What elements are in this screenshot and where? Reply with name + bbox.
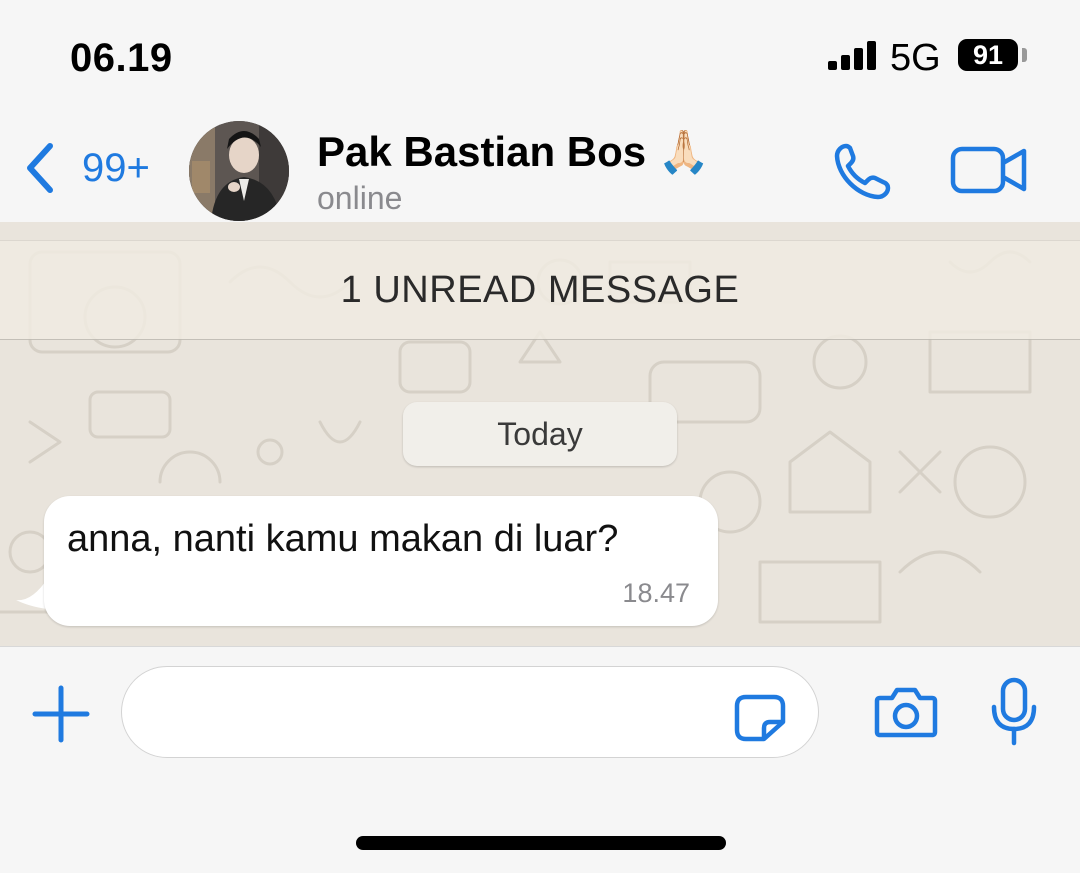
contact-name[interactable]: Pak Bastian Bos 🙏🏻 — [317, 128, 710, 176]
battery-icon: 91 — [958, 39, 1018, 71]
chevron-left-icon — [27, 143, 53, 193]
plus-icon[interactable] — [32, 685, 90, 743]
back-button[interactable]: 99+ — [22, 140, 172, 196]
camera-icon[interactable] — [874, 684, 938, 740]
phone-icon[interactable] — [832, 140, 894, 202]
sticker-icon[interactable] — [734, 694, 786, 742]
chat-header: 99+ Pak Bastian Bos 🙏🏻 online — [0, 110, 1080, 222]
network-type-label: 5G — [890, 37, 941, 79]
message-bubble-incoming[interactable]: anna, nanti kamu makan di luar? 18.47 — [44, 496, 718, 626]
chat-area[interactable]: 1 UNREAD MESSAGE Today anna, nanti kamu … — [0, 222, 1080, 646]
unread-messages-label: 1 UNREAD MESSAGE — [340, 269, 740, 311]
status-bar: 06.19 5G 91 — [0, 0, 1080, 110]
home-indicator[interactable] — [356, 836, 726, 850]
cellular-signal-icon — [828, 41, 876, 70]
message-text: anna, nanti kamu makan di luar? — [67, 518, 619, 560]
contact-status: online — [317, 180, 403, 216]
message-input[interactable] — [121, 666, 819, 758]
unread-messages-banner: 1 UNREAD MESSAGE — [0, 240, 1080, 340]
battery-tip — [1022, 48, 1027, 62]
avatar-photo — [189, 121, 289, 221]
message-timestamp: 18.47 — [622, 578, 690, 608]
microphone-icon[interactable] — [990, 677, 1038, 747]
video-camera-icon[interactable] — [950, 144, 1028, 196]
date-separator: Today — [403, 402, 677, 466]
status-time: 06.19 — [70, 36, 173, 80]
unread-chats-count: 99+ — [82, 146, 150, 190]
avatar[interactable] — [189, 121, 289, 221]
